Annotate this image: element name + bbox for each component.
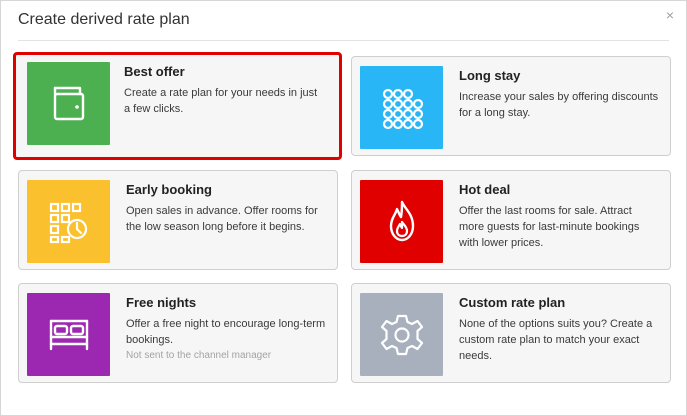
dots-grid-icon (382, 88, 423, 129)
card-hot-deal-title: Hot deal (459, 182, 511, 197)
card-free-nights-tile (27, 293, 110, 376)
card-long-stay-tile (360, 66, 443, 149)
card-long-stay-description: Increase your sales by offering discount… (459, 91, 659, 119)
card-best-offer-description: Create a rate plan for your needs in jus… (124, 87, 318, 115)
card-free-nights-note: Not sent to the channel manager (126, 350, 272, 361)
card-best-offer-title: Best offer (124, 64, 185, 79)
card-hot-deal[interactable]: Hot deal Offer the last rooms for sale. … (351, 170, 671, 270)
card-hot-deal-description: Offer the last rooms for sale. Attract m… (459, 205, 640, 249)
card-custom-rate-plan-title: Custom rate plan (459, 295, 566, 310)
card-free-nights-description: Offer a free night to encourage long-ter… (126, 318, 326, 346)
card-long-stay-title: Long stay (459, 68, 521, 83)
card-best-offer[interactable]: Best offer Create a rate plan for your n… (13, 52, 342, 160)
wallet-icon (53, 86, 84, 120)
card-custom-rate-plan-description: None of the options suits you? Create a … (459, 318, 653, 362)
card-custom-rate-plan[interactable]: Custom rate plan None of the options sui… (351, 283, 671, 383)
dialog-title: Create derived rate plan (18, 11, 190, 28)
card-free-nights[interactable]: Free nights Offer a free night to encour… (18, 283, 338, 383)
card-hot-deal-tile (360, 180, 443, 263)
bed-icon (49, 319, 88, 350)
card-best-offer-tile (27, 62, 110, 145)
card-early-booking-title: Early booking (126, 182, 212, 197)
card-free-nights-title: Free nights (126, 295, 197, 310)
dialog-header: Create derived rate plan × (18, 1, 674, 41)
create-derived-rate-plan-dialog: Create derived rate plan × Best offer Cr… (0, 0, 687, 416)
calendar-clock-icon (49, 202, 87, 243)
card-custom-rate-plan-tile (360, 293, 443, 376)
gear-icon (380, 314, 423, 355)
flame-icon (389, 200, 414, 241)
card-long-stay[interactable]: Long stay Increase your sales by offerin… (351, 56, 671, 156)
card-early-booking[interactable]: Early booking Open sales in advance. Off… (18, 170, 338, 270)
close-icon[interactable]: × (663, 8, 677, 22)
card-early-booking-description: Open sales in advance. Offer rooms for t… (126, 205, 318, 233)
card-early-booking-tile (27, 180, 110, 263)
